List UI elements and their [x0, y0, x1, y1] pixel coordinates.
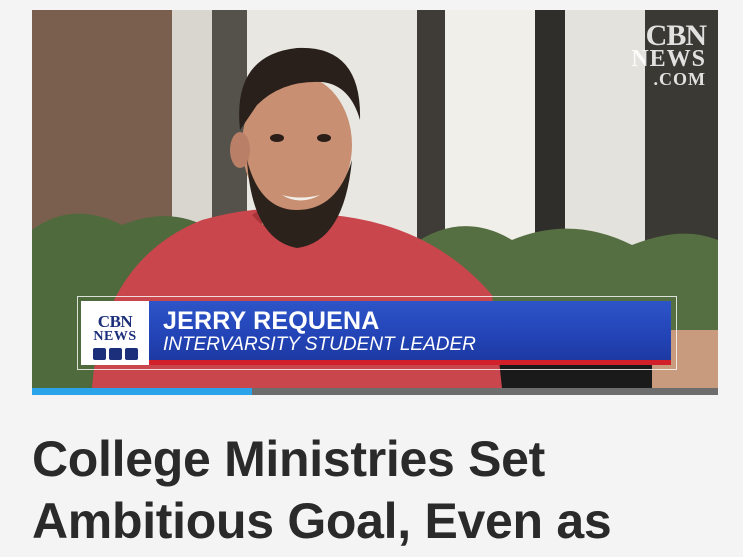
- social-icons: [81, 348, 149, 360]
- youtube-icon: [92, 348, 106, 360]
- watermark-line3: .COM: [653, 68, 706, 89]
- speaker-title: INTERVARSITY STUDENT LEADER: [163, 334, 476, 355]
- watermark-line2: NEWS: [631, 46, 706, 72]
- logo-line1: CBN: [97, 312, 133, 331]
- video-progress-bar[interactable]: [32, 388, 718, 395]
- name-bar: JERRY REQUENA INTERVARSITY STUDENT LEADE…: [149, 301, 671, 360]
- facebook-icon: [124, 348, 138, 360]
- watermark-line1: CBN: [645, 19, 707, 52]
- lower-third-accent: [149, 360, 671, 365]
- lower-third-caption: CBN NEWS JERRY REQUENA INTERVARSITY STUD…: [77, 296, 677, 370]
- cbn-news-watermark: CBN NEWS .COM: [618, 19, 707, 89]
- cbn-news-logo: CBN NEWS: [81, 301, 149, 365]
- instagram-icon: [108, 348, 122, 360]
- speaker-name: JERRY REQUENA: [163, 307, 380, 335]
- headline-line1: College Ministries Set: [32, 431, 545, 487]
- logo-line2: NEWS: [93, 329, 137, 344]
- article-headline[interactable]: College Ministries Set Ambitious Goal, E…: [32, 428, 722, 552]
- video-player[interactable]: CBN NEWS .COM CBN NEWS JERRY REQUENA INT…: [32, 10, 718, 388]
- video-progress-fill: [32, 388, 252, 395]
- headline-line2: Ambitious Goal, Even as: [32, 493, 612, 549]
